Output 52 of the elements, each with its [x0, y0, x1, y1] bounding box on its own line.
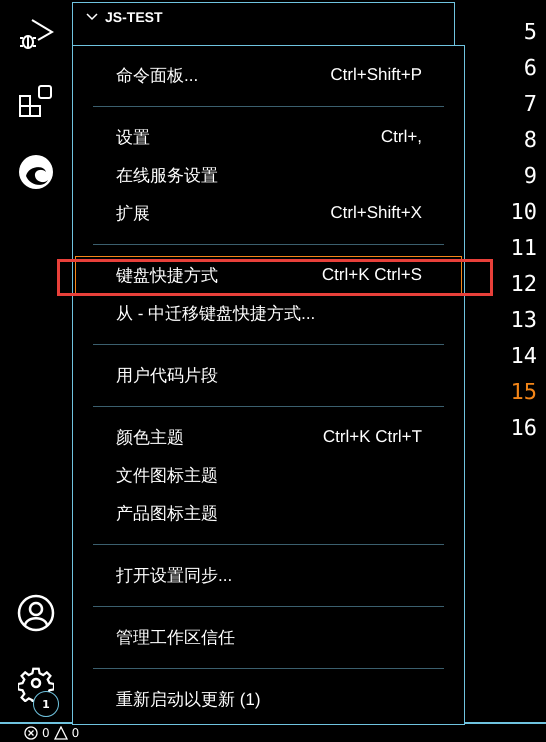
keyboard-shortcut: Ctrl+Shift+P	[330, 65, 422, 85]
warning-icon[interactable]	[54, 726, 68, 740]
line-number: 12	[510, 271, 537, 299]
error-icon[interactable]	[24, 726, 38, 740]
menu-item[interactable]: 打开设置同步...	[75, 556, 462, 594]
extensions-icon[interactable]	[18, 84, 54, 120]
menu-item-label: 颜色主题	[116, 426, 184, 448]
section-title[interactable]: JS-TEST	[105, 9, 163, 25]
menu-item[interactable]: 在线服务设置	[75, 156, 462, 194]
menu-item-label: 扩展	[116, 202, 150, 224]
menu-item-label: 设置	[116, 126, 150, 148]
menu-item[interactable]: 键盘快捷方式 Ctrl+K Ctrl+S	[75, 256, 462, 294]
keyboard-shortcut: Ctrl+Shift+X	[330, 203, 422, 223]
notification-badge: 1	[33, 691, 59, 717]
line-number: 13	[510, 307, 537, 335]
menu-item[interactable]: 扩展 Ctrl+Shift+X	[75, 194, 462, 232]
menu-item[interactable]: 设置 Ctrl+,	[75, 118, 462, 156]
menu-item[interactable]: 产品图标主题	[75, 494, 462, 532]
line-number: 6	[524, 55, 537, 83]
keyboard-shortcut: Ctrl+,	[380, 127, 422, 147]
menu-item-label: 在线服务设置	[116, 164, 218, 186]
line-number: 7	[524, 91, 537, 119]
menu-item-label: 从 - 中迁移键盘快捷方式...	[116, 302, 316, 324]
menu-item[interactable]: 从 - 中迁移键盘快捷方式...	[75, 294, 462, 332]
menu-item[interactable]: 重新启动以更新 (1)	[75, 680, 462, 718]
line-number: 15	[510, 379, 537, 407]
line-number: 10	[510, 199, 537, 227]
menu-item-label: 重新启动以更新 (1)	[116, 688, 260, 710]
menu-item-label: 命令面板...	[116, 64, 198, 86]
menu-item-label: 键盘快捷方式	[116, 264, 218, 286]
warning-count: 0	[72, 726, 80, 740]
menu-item-label: 管理工作区信任	[116, 626, 235, 648]
menu-item-label: 文件图标主题	[116, 464, 218, 486]
keyboard-shortcut: Ctrl+K Ctrl+T	[322, 427, 422, 447]
line-number: 16	[510, 415, 537, 443]
menu-item[interactable]: 用户代码片段	[75, 356, 462, 394]
line-number: 8	[524, 127, 537, 155]
account-icon[interactable]	[17, 594, 55, 632]
line-number: 14	[510, 343, 537, 371]
menu-item[interactable]: 颜色主题 Ctrl+K Ctrl+T	[75, 418, 462, 456]
menu-item[interactable]: 文件图标主题	[75, 456, 462, 494]
line-number: 11	[510, 235, 537, 263]
keyboard-shortcut: Ctrl+K Ctrl+S	[322, 265, 422, 285]
error-count: 0	[42, 726, 50, 740]
line-number: 5	[524, 19, 537, 47]
menu-item-label: 打开设置同步...	[116, 564, 232, 586]
browser-icon[interactable]	[18, 154, 54, 190]
menu-item[interactable]: 命令面板... Ctrl+Shift+P	[75, 56, 462, 94]
menu-item-label: 产品图标主题	[116, 502, 218, 524]
menu-item-label: 用户代码片段	[116, 364, 218, 386]
menu-item[interactable]: 管理工作区信任	[75, 618, 462, 656]
line-number: 9	[524, 163, 537, 191]
